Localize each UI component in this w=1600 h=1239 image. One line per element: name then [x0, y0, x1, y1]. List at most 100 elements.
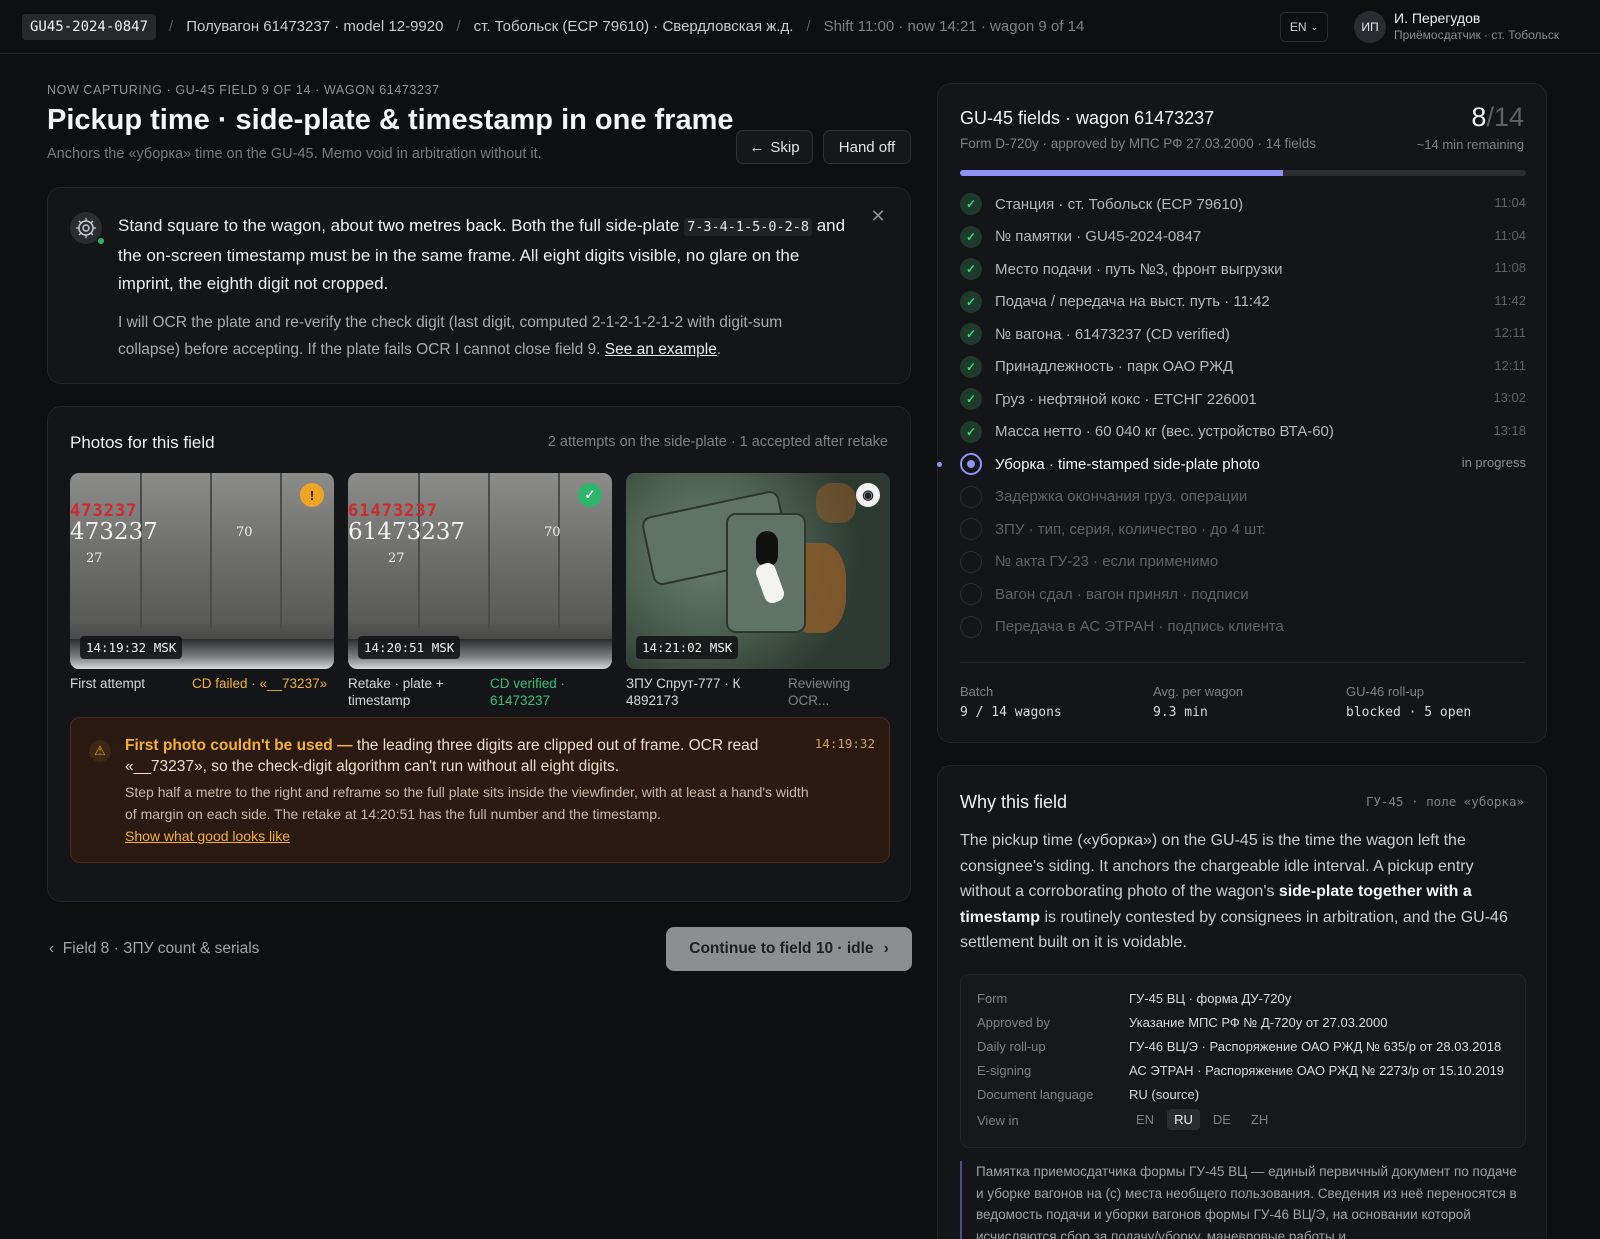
warning-icon: ! [300, 483, 324, 507]
field-row[interactable]: ✓ Станция · ст. Тобольск (ЕСР 79610) 11:04 [960, 188, 1526, 221]
guidance-detail: I will OCR the plate and re-verify the c… [118, 314, 783, 358]
pending-field-icon [960, 485, 982, 508]
photo-timestamp: 14:19:32 MSK [80, 636, 183, 659]
plate-number-red: 61473237 [348, 501, 438, 521]
field-row[interactable]: ✓ Принадлежность · парк ОАО РЖД 12:11 [960, 351, 1526, 384]
pending-field-icon [960, 550, 982, 573]
pending-field-icon [960, 615, 982, 638]
view-language-ru[interactable]: RU [1167, 1109, 1200, 1130]
field-row[interactable]: Задержка окончания груз. операции [960, 481, 1526, 514]
chevron-down-icon: ⌄ [1310, 21, 1319, 32]
check-icon: ✓ [960, 290, 982, 313]
field-row[interactable]: ЗПУ · тип, серия, количество · до 4 шт. [960, 513, 1526, 546]
doc-id-chip[interactable]: GU45-2024-0847 [22, 13, 157, 40]
view-language-en[interactable]: EN [1129, 1109, 1161, 1130]
field-row[interactable]: ✓ № памятки · GU45-2024-0847 11:04 [960, 221, 1526, 254]
photo-timestamp: 14:20:51 MSK [358, 636, 461, 659]
hand-off-button[interactable]: Hand off [823, 130, 911, 164]
field-row[interactable]: ✓ Место подачи · путь №3, фронт выгрузки 1… [960, 253, 1526, 286]
avatar[interactable]: ИП [1354, 11, 1386, 43]
chevron-right-icon: › [883, 940, 889, 957]
breadcrumb-station[interactable]: ст. Тобольск (ЕСР 79610) · Свердловская … [474, 18, 794, 35]
shift-status: Shift 11:00 · now 14:21 · wagon 9 of 14 [823, 18, 1085, 35]
field-row[interactable]: ✓ № вагона · 61473237 (CD verified) 12:11 [960, 318, 1526, 351]
check-icon: ✓ [960, 225, 982, 248]
photo-status: CD failed · «__73237» [192, 676, 328, 691]
field-row[interactable]: Вагон сдал · вагон принял · подписи [960, 578, 1526, 611]
stat-gu46-rollup: GU-46 roll-up blocked · 5 open [1346, 684, 1472, 720]
field-time: 11:08 [1494, 260, 1526, 275]
warning-icon: ⚠ [89, 740, 111, 762]
plate-capacity: 70 [544, 525, 561, 540]
field-label: Вагон сдал · вагон принял · подписи [995, 585, 1249, 603]
breadcrumb-wagon[interactable]: Полувагон 61473237 · model 12-9920 [186, 18, 443, 35]
field-label: Задержка окончания груз. операции [995, 488, 1248, 506]
plate-code: 7-3-4-1-5-0-2-8 [684, 218, 812, 236]
why-body: The pickup time («уборка») on the GU-45 … [960, 832, 1508, 951]
assistant-guidance-card: Stand square to the wagon, about two met… [47, 187, 911, 384]
show-good-example-link[interactable]: Show what good looks like [125, 828, 290, 844]
check-icon: ✓ [960, 355, 982, 378]
language-select[interactable]: EN ⌄ [1280, 12, 1328, 42]
capture-eyebrow: NOW CAPTURING · GU-45 FIELD 9 OF 14 · WA… [47, 83, 440, 97]
why-tag: ГУ-45 · поле «уборка» [1365, 794, 1524, 809]
photo-thumbnail[interactable]: 473237 473237 70 27 14:19:32 MSK ! [70, 473, 334, 669]
field-label: Принадлежность · парк ОАО РЖД [995, 358, 1234, 376]
view-language-zh[interactable]: ZH [1244, 1109, 1275, 1130]
progress-count: 8/14 [1471, 102, 1524, 132]
photo-status: Reviewing OCR... [788, 676, 851, 708]
progress-subtitle: Form D-720y · approved by МПС РФ 27.03.2… [960, 136, 1316, 151]
stat-batch: Batch 9 / 14 wagons [960, 684, 1062, 720]
skip-button[interactable]: ← Skip [736, 130, 813, 164]
field-time: 11:42 [1494, 292, 1526, 308]
field-label: Передача в АС ЭТРАН · подпись клиента [995, 618, 1284, 636]
why-this-field-card: Why this field ГУ-45 · поле «уборка» The… [937, 765, 1547, 1239]
eye-icon: ◉ [856, 483, 880, 507]
skip-button-label: Skip [770, 138, 800, 156]
close-icon[interactable]: ✕ [868, 206, 888, 226]
pending-field-icon [960, 518, 982, 541]
field-label: ЗПУ · тип, серия, количество · до 4 шт. [995, 520, 1266, 538]
check-icon: ✓ [960, 258, 982, 281]
plate-capacity: 70 [236, 525, 253, 540]
view-language-tabs: EN RU DE ZH [1129, 1109, 1275, 1130]
check-icon: ✓ [578, 483, 602, 507]
guidance-text: Stand square to the wagon, about two met… [118, 216, 846, 293]
photo-thumbnail[interactable]: 61473237 61473237 70 27 14:20:51 MSK ✓ [348, 473, 612, 669]
field-row[interactable]: ✓ Масса нетто · 60 040 кг (вес. устройств… [960, 416, 1526, 449]
see-example-link[interactable]: See an example [605, 341, 717, 358]
continue-button-label: Continue to field 10 · idle [689, 940, 874, 957]
field-row[interactable]: Передача в АС ЭТРАН · подпись клиента [960, 611, 1526, 644]
why-title: Why this field [960, 792, 1068, 812]
language-select-value: EN [1289, 20, 1307, 34]
user-name: И. Перегудов [1394, 10, 1481, 26]
source-quote: Памятка приемосдатчика формы ГУ-45 ВЦ — … [960, 1161, 1526, 1239]
field-row[interactable]: ✓ Подача / передача на выст. путь · 11:42… [960, 286, 1526, 319]
field-time: 11:04 [1494, 227, 1526, 243]
photo-caption: First attempt [70, 676, 146, 691]
stat-avg-per-wagon: Avg. per wagon 9.3 min [1153, 684, 1244, 720]
progress-title: GU-45 fields · wagon 61473237 [960, 108, 1215, 128]
field-label: Станция · ст. Тобольск (ЕСР 79610) [995, 195, 1244, 213]
field-row[interactable]: № акта ГУ-23 · если применимо [960, 546, 1526, 579]
field-row[interactable]: ✓ Груз · нефтяной кокс · ЕТСНГ 226001 13:0… [960, 383, 1526, 416]
plate-number: 473237 [70, 519, 158, 545]
photo-status: CD verified · 61473237 [490, 676, 566, 708]
pending-field-icon [960, 583, 982, 606]
field-progress-card: GU-45 fields · wagon 61473237 Form D-720… [937, 83, 1547, 743]
progress-bar-fill [960, 170, 1284, 176]
view-language-de[interactable]: DE [1206, 1109, 1238, 1130]
current-marker [937, 462, 942, 467]
field-time: 11:04 [1494, 195, 1526, 210]
continue-button[interactable]: Continue to field 10 · idle › [666, 927, 912, 971]
field-label: № акта ГУ-23 · если применимо [995, 553, 1219, 571]
photo-thumbnail[interactable]: 14:21:02 MSK ◉ [626, 473, 890, 669]
alert-timestamp: 14:19:32 [814, 736, 875, 751]
photos-title: Photos for this field [70, 433, 215, 452]
field-row[interactable]: Уборка · time-stamped side-plate photo in… [937, 448, 1526, 481]
previous-field-link[interactable]: ‹ Field 8 · ЗПУ count & serials [49, 940, 259, 958]
field-time: 12:11 [1494, 325, 1526, 340]
field-label: Подача / передача на выст. путь · 11:42 [995, 293, 1270, 311]
breadcrumb-separator: / [806, 18, 811, 35]
field-label: Место подачи · путь №3, фронт выгрузки [995, 260, 1283, 278]
